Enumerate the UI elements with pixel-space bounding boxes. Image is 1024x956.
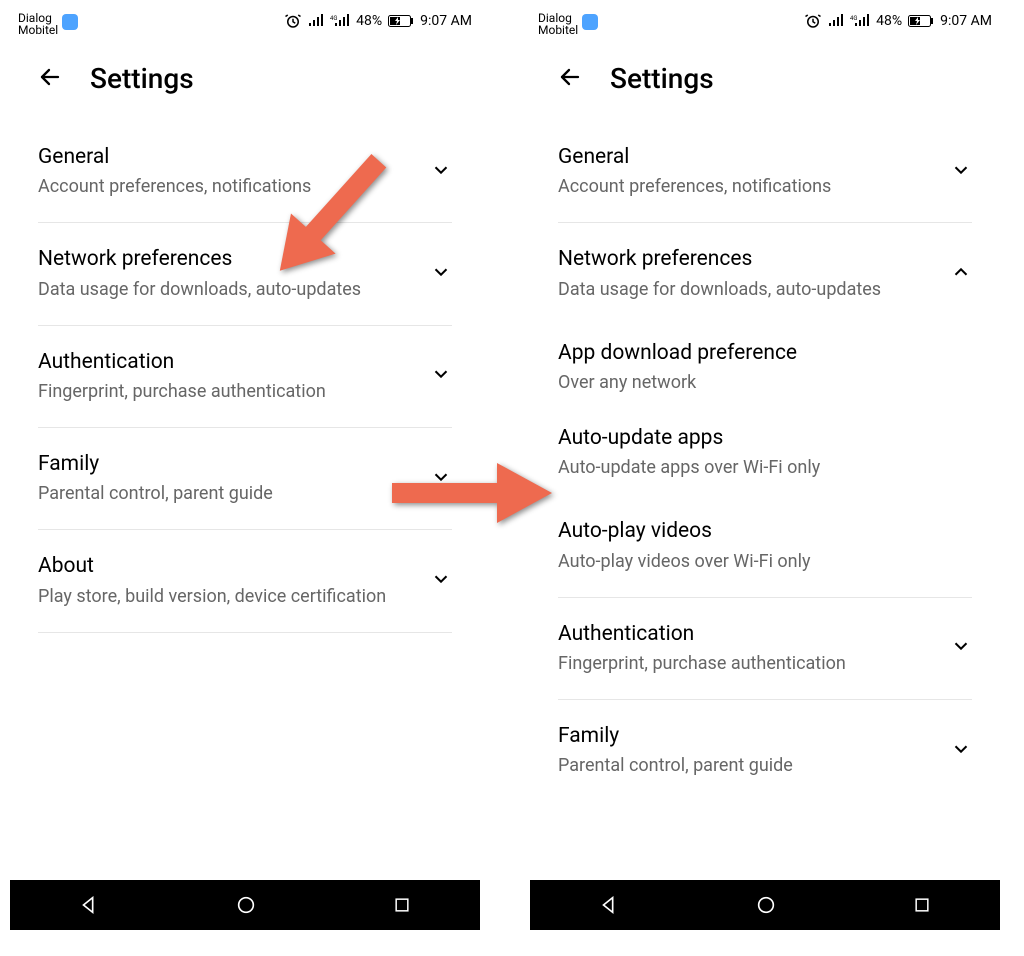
item-title: General bbox=[558, 143, 934, 171]
nav-recent-icon[interactable] bbox=[392, 895, 412, 915]
page-title: Settings bbox=[610, 62, 714, 95]
signal2-icon: 4G bbox=[330, 14, 350, 28]
item-network-preferences[interactable]: Network preferences Data usage for downl… bbox=[558, 223, 972, 324]
signal-icon bbox=[828, 14, 844, 28]
battery-pct: 48% bbox=[356, 13, 382, 29]
navbar bbox=[10, 880, 480, 930]
annotation-arrow-1 bbox=[245, 130, 415, 300]
settings-list: General Account preferences, notificatio… bbox=[530, 121, 1000, 880]
item-auto-play-videos[interactable]: Auto-play videos Auto-play videos over W… bbox=[558, 495, 972, 597]
appbar: Settings bbox=[10, 44, 480, 121]
navbar bbox=[530, 880, 1000, 930]
item-sub: Auto-update apps over Wi-Fi only bbox=[558, 454, 972, 481]
item-app-download-preference[interactable]: App download preference Over any network bbox=[558, 325, 972, 410]
statusbar: Dialog Mobitel 4G 48% bbox=[10, 12, 480, 44]
item-auto-update-apps[interactable]: Auto-update apps Auto-update apps over W… bbox=[558, 410, 972, 495]
chevron-down-icon bbox=[430, 568, 452, 594]
chevron-down-icon bbox=[430, 159, 452, 185]
app-indicator-icon bbox=[62, 14, 78, 30]
svg-text:4G: 4G bbox=[330, 15, 337, 22]
item-title: Authentication bbox=[558, 620, 934, 648]
item-title: Authentication bbox=[38, 348, 414, 376]
item-title: About bbox=[38, 552, 414, 580]
nav-back-icon[interactable] bbox=[78, 894, 100, 916]
nav-recent-icon[interactable] bbox=[912, 895, 932, 915]
item-title: App download preference bbox=[558, 339, 972, 367]
item-sub: Parental control, parent guide bbox=[558, 752, 934, 779]
svg-text:4G: 4G bbox=[850, 15, 857, 22]
item-general[interactable]: General Account preferences, notificatio… bbox=[558, 121, 972, 223]
carrier-2: Mobitel bbox=[18, 24, 58, 36]
item-sub: Fingerprint, purchase authentication bbox=[558, 650, 934, 677]
chevron-down-icon bbox=[950, 159, 972, 185]
signal-icon bbox=[308, 14, 324, 28]
item-sub: Account preferences, notifications bbox=[558, 173, 934, 200]
item-title: Auto-update apps bbox=[558, 424, 972, 452]
chevron-down-icon bbox=[950, 635, 972, 661]
nav-home-icon[interactable] bbox=[235, 894, 257, 916]
item-title: Family bbox=[558, 722, 934, 750]
chevron-up-icon bbox=[950, 261, 972, 287]
alarm-icon bbox=[284, 12, 302, 30]
item-sub: Fingerprint, purchase authentication bbox=[38, 378, 414, 405]
item-authentication[interactable]: Authentication Fingerprint, purchase aut… bbox=[38, 326, 452, 428]
chevron-down-icon bbox=[430, 363, 452, 389]
item-title: Auto-play videos bbox=[558, 517, 972, 545]
item-sub: Data usage for downloads, auto-updates bbox=[558, 276, 934, 303]
item-sub: Parental control, parent guide bbox=[38, 480, 414, 507]
clock: 9:07 AM bbox=[420, 13, 472, 29]
nav-home-icon[interactable] bbox=[755, 894, 777, 916]
annotation-arrow-2 bbox=[382, 448, 562, 538]
signal2-icon: 4G bbox=[850, 14, 870, 28]
clock: 9:07 AM bbox=[940, 13, 992, 29]
chevron-down-icon bbox=[430, 261, 452, 287]
item-title: Network preferences bbox=[558, 245, 934, 273]
battery-icon bbox=[908, 14, 934, 28]
item-about[interactable]: About Play store, build version, device … bbox=[38, 530, 452, 632]
chevron-down-icon bbox=[950, 738, 972, 764]
item-sub: Over any network bbox=[558, 369, 972, 396]
item-sub: Play store, build version, device certif… bbox=[38, 583, 414, 610]
battery-pct: 48% bbox=[876, 13, 902, 29]
carrier-2: Mobitel bbox=[538, 24, 578, 36]
nav-back-icon[interactable] bbox=[598, 894, 620, 916]
page-title: Settings bbox=[90, 62, 194, 95]
back-icon[interactable] bbox=[38, 65, 62, 93]
statusbar: Dialog Mobitel 4G 48% bbox=[530, 12, 1000, 44]
item-authentication[interactable]: Authentication Fingerprint, purchase aut… bbox=[558, 598, 972, 700]
appbar: Settings bbox=[530, 44, 1000, 121]
app-indicator-icon bbox=[582, 14, 598, 30]
item-sub: Auto-play videos over Wi-Fi only bbox=[558, 548, 972, 575]
back-icon[interactable] bbox=[558, 65, 582, 93]
item-family[interactable]: Family Parental control, parent guide bbox=[558, 700, 972, 801]
alarm-icon bbox=[804, 12, 822, 30]
phone-right: Dialog Mobitel 4G 48% bbox=[530, 12, 1000, 930]
item-title: Family bbox=[38, 450, 414, 478]
battery-icon bbox=[388, 14, 414, 28]
